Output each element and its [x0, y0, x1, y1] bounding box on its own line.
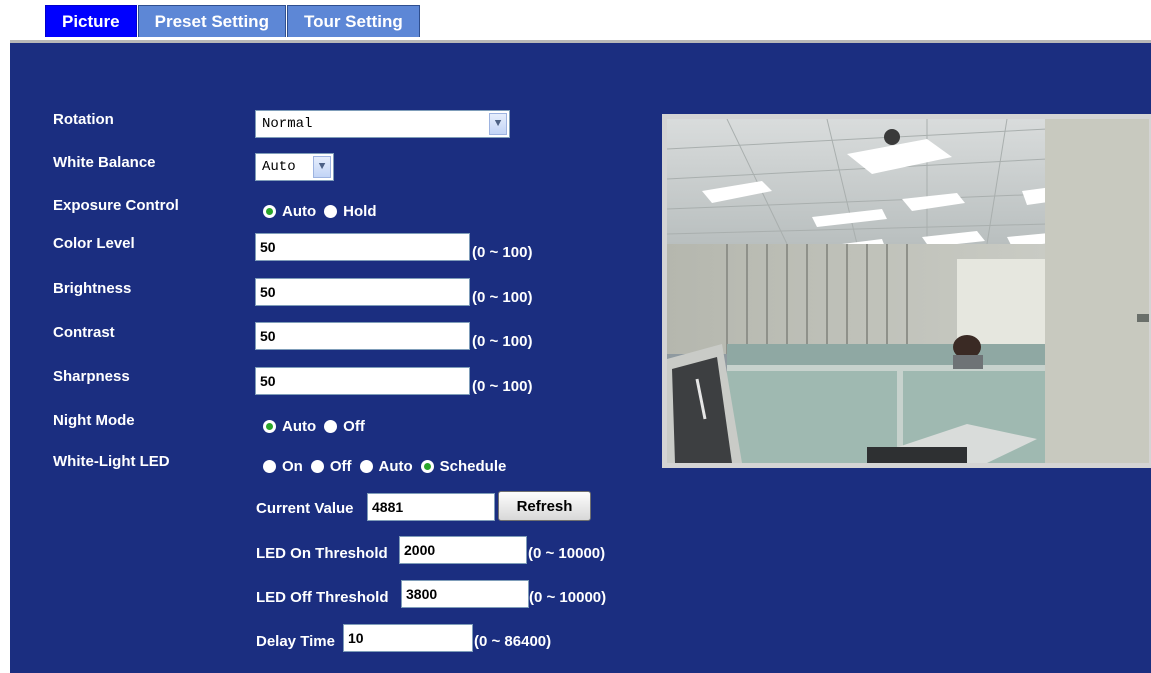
tab-bar: Picture Preset Setting Tour Setting: [45, 5, 421, 37]
white-balance-label: White Balance: [53, 154, 156, 171]
led-off-threshold-range: (0 ~ 10000): [529, 589, 607, 606]
brightness-input[interactable]: [255, 278, 470, 306]
color-level-label: Color Level: [53, 235, 135, 252]
brightness-range: (0 ~ 100): [472, 289, 533, 306]
sharpness-input[interactable]: [255, 367, 470, 395]
led-auto-radio[interactable]: [359, 460, 373, 473]
led-on-label: On: [282, 458, 303, 475]
led-off-threshold-label: LED Off Threshold: [256, 589, 389, 606]
camera-preview-image: [662, 114, 1151, 468]
white-balance-select[interactable]: Auto ▼: [255, 153, 334, 181]
delay-time-range: (0 ~ 86400): [474, 633, 552, 650]
led-schedule-radio[interactable]: [420, 460, 434, 473]
current-value-input[interactable]: [367, 493, 495, 521]
night-mode-auto-label: Auto: [282, 418, 317, 435]
contrast-label: Contrast: [53, 324, 115, 341]
contrast-input[interactable]: [255, 322, 470, 350]
led-on-threshold-label: LED On Threshold: [256, 545, 388, 562]
tab-tour-setting[interactable]: Tour Setting: [286, 5, 420, 37]
contrast-range: (0 ~ 100): [472, 333, 533, 350]
white-light-led-radio-group: On Off Auto Schedule: [263, 458, 514, 475]
rotation-label: Rotation: [53, 111, 114, 128]
led-off-radio[interactable]: [310, 460, 324, 473]
led-schedule-label: Schedule: [439, 458, 507, 475]
exposure-control-label: Exposure Control: [53, 197, 179, 214]
night-mode-off-radio[interactable]: [324, 420, 338, 433]
led-off-threshold-input[interactable]: [401, 580, 529, 608]
led-off-label: Off: [329, 458, 352, 475]
exposure-auto-radio[interactable]: [263, 205, 276, 218]
current-value-label: Current Value: [256, 500, 354, 517]
rotation-value: Normal: [262, 116, 313, 132]
tab-picture[interactable]: Picture: [45, 5, 137, 37]
exposure-hold-radio[interactable]: [324, 205, 338, 218]
chevron-down-icon[interactable]: ▼: [489, 113, 507, 135]
office-scene-image: [667, 119, 1149, 463]
exposure-radio-group: Auto Hold: [263, 203, 384, 220]
tab-preset-setting[interactable]: Preset Setting: [137, 5, 286, 37]
led-on-threshold-input[interactable]: [399, 536, 527, 564]
delay-time-input[interactable]: [343, 624, 473, 652]
led-on-radio[interactable]: [263, 460, 276, 473]
exposure-hold-label: Hold: [343, 203, 377, 220]
refresh-button[interactable]: Refresh: [498, 491, 591, 521]
color-level-input[interactable]: [255, 233, 470, 261]
delay-time-label: Delay Time: [256, 633, 335, 650]
sharpness-range: (0 ~ 100): [472, 378, 533, 395]
chevron-down-icon[interactable]: ▼: [313, 156, 331, 178]
brightness-label: Brightness: [53, 280, 132, 297]
night-mode-radio-group: Auto Off: [263, 418, 373, 435]
led-on-threshold-range: (0 ~ 10000): [528, 545, 606, 562]
night-mode-auto-radio[interactable]: [263, 420, 276, 433]
white-balance-value: Auto: [262, 159, 296, 175]
color-level-range: (0 ~ 100): [472, 244, 533, 261]
led-auto-label: Auto: [378, 458, 413, 475]
white-light-led-label: White-Light LED: [53, 453, 170, 470]
rotation-select[interactable]: Normal ▼: [255, 110, 510, 138]
night-mode-label: Night Mode: [53, 412, 135, 429]
night-mode-off-label: Off: [343, 418, 365, 435]
sharpness-label: Sharpness: [53, 368, 130, 385]
exposure-auto-label: Auto: [282, 203, 317, 220]
